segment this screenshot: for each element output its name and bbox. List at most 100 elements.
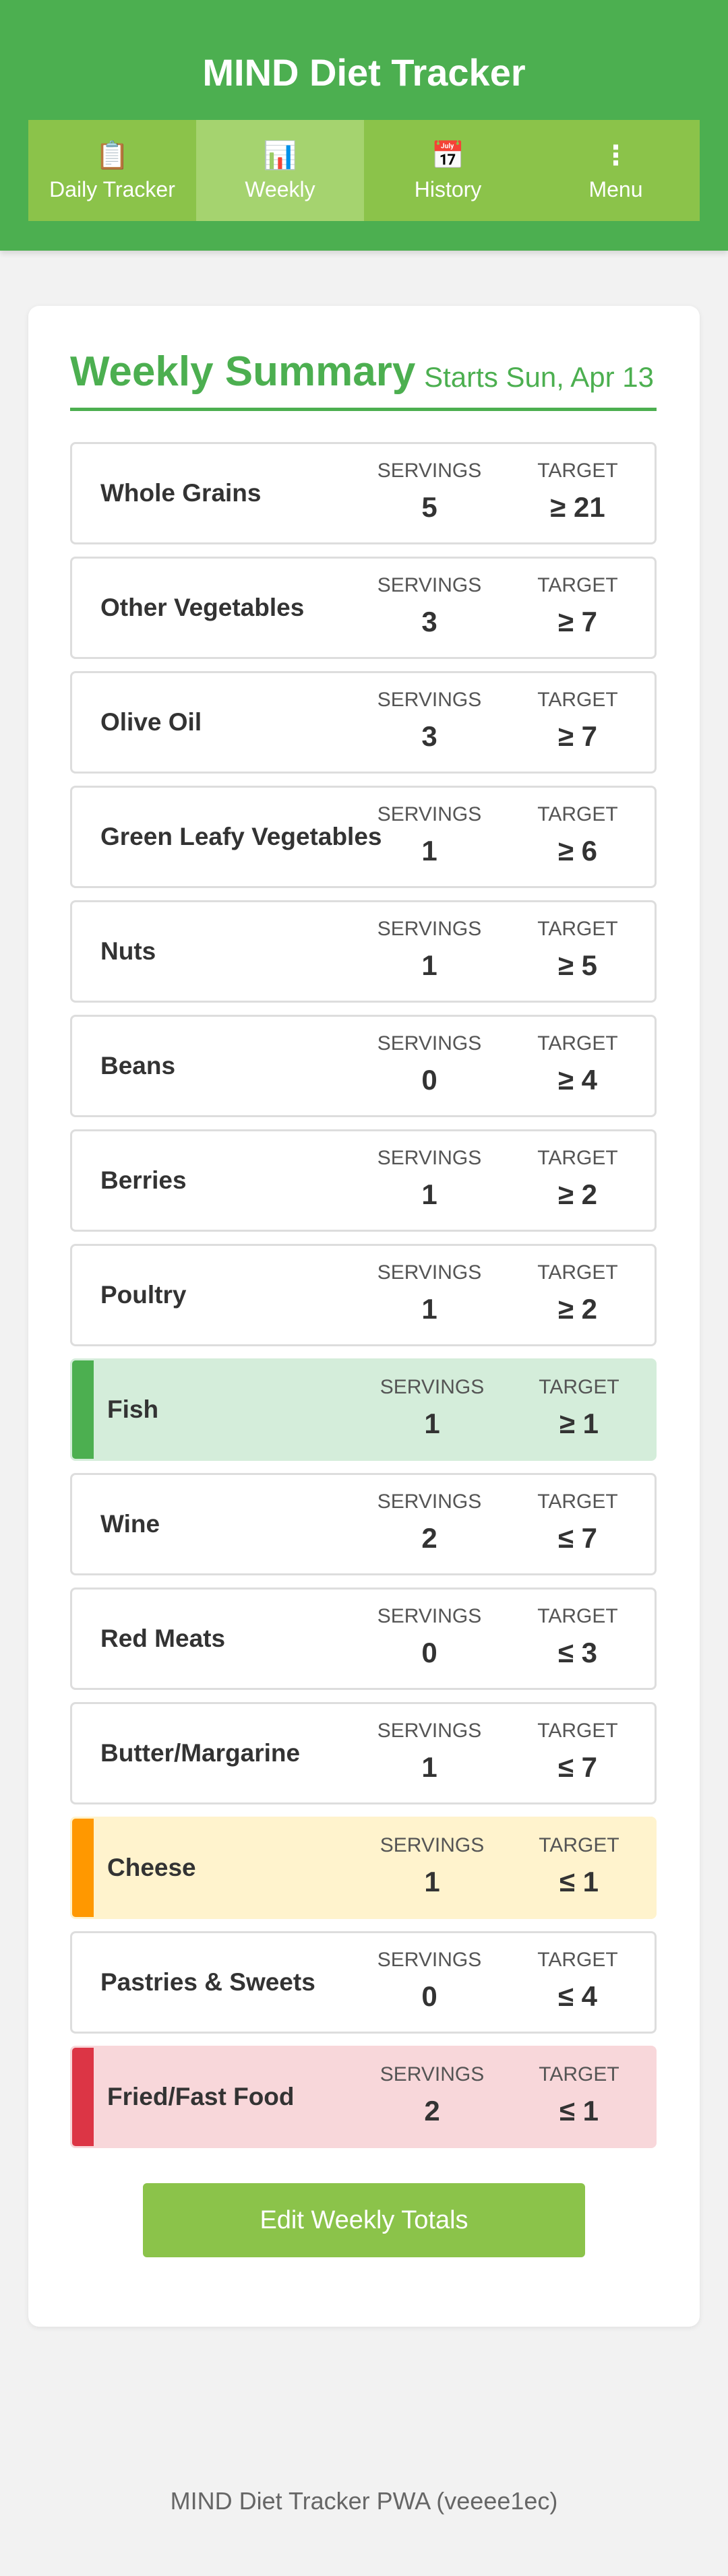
food-group-name: Fried/Fast Food: [107, 2083, 295, 2110]
footer-version: MIND Diet Tracker PWA (veeee1ec): [170, 2487, 558, 2515]
servings-stat: SERVINGS 1: [371, 1832, 493, 1901]
tab-menu[interactable]: ⋮ Menu: [532, 120, 700, 221]
summary-title: Weekly Summary: [70, 348, 416, 395]
target-value: ≤ 7: [557, 1522, 598, 1554]
servings-stat: SERVINGS 0: [369, 1030, 490, 1099]
target-value: ≥ 2: [557, 1293, 598, 1325]
servings-value: 1: [421, 1179, 437, 1210]
servings-stat: SERVINGS 3: [369, 572, 490, 641]
servings-value: 1: [421, 1293, 437, 1325]
target-value: ≤ 1: [559, 2095, 599, 2127]
servings-label: SERVINGS: [377, 1261, 482, 1284]
target-label: TARGET: [537, 1605, 618, 1627]
target-label: TARGET: [537, 803, 618, 825]
servings-value: 0: [421, 1064, 437, 1096]
bar-chart-icon: 📊: [263, 141, 297, 170]
servings-stat: SERVINGS 3: [369, 687, 490, 755]
target-label: TARGET: [537, 460, 618, 482]
tab-weekly[interactable]: 📊 Weekly: [196, 120, 364, 221]
target-value: ≥ 1: [559, 1408, 599, 1439]
target-label: TARGET: [539, 2063, 619, 2085]
main-nav: 📋 Daily Tracker 📊 Weekly 📅 History ⋮ Men…: [28, 120, 700, 221]
servings-label: SERVINGS: [380, 1834, 485, 1856]
status-bar: [72, 1819, 94, 1917]
target-value: ≤ 4: [557, 1980, 598, 2012]
food-group-name: Berries: [100, 1166, 187, 1194]
food-group-row: Nuts SERVINGS 1 TARGET ≥ 5: [70, 900, 657, 1003]
servings-value: 5: [421, 491, 437, 523]
target-stat: TARGET ≤ 4: [517, 1947, 638, 2015]
servings-value: 1: [424, 1408, 440, 1439]
target-value: ≥ 7: [557, 720, 598, 752]
servings-label: SERVINGS: [380, 2063, 485, 2085]
target-label: TARGET: [537, 1261, 618, 1284]
target-value: ≤ 7: [557, 1751, 598, 1783]
edit-weekly-totals-button[interactable]: Edit Weekly Totals: [143, 2183, 585, 2257]
tab-label: Menu: [588, 177, 643, 201]
food-group-name: Olive Oil: [100, 708, 202, 736]
food-group-name: Beans: [100, 1052, 176, 1079]
target-stat: TARGET ≤ 3: [517, 1603, 638, 1672]
food-group-row: Cheese SERVINGS 1 TARGET ≤ 1: [70, 1817, 657, 1919]
servings-label: SERVINGS: [377, 1605, 482, 1627]
food-group-name: Poultry: [100, 1281, 187, 1309]
servings-stat: SERVINGS 1: [371, 1374, 493, 1443]
tab-history[interactable]: 📅 History: [364, 120, 532, 221]
target-value: ≤ 3: [557, 1637, 598, 1668]
target-value: ≥ 7: [557, 606, 598, 637]
target-label: TARGET: [537, 1490, 618, 1513]
servings-stat: SERVINGS 1: [369, 1145, 490, 1214]
target-label: TARGET: [537, 689, 618, 711]
target-value: ≥ 5: [557, 949, 598, 981]
tab-label: Daily Tracker: [49, 177, 175, 201]
food-group-name: Nuts: [100, 937, 156, 965]
food-group-row: Whole Grains SERVINGS 5 TARGET ≥ 21: [70, 442, 657, 544]
target-stat: TARGET ≥ 21: [517, 458, 638, 526]
servings-value: 0: [421, 1637, 437, 1668]
tab-daily-tracker[interactable]: 📋 Daily Tracker: [28, 120, 196, 221]
calendar-icon: 📅: [431, 141, 465, 170]
food-group-row: Olive Oil SERVINGS 3 TARGET ≥ 7: [70, 671, 657, 774]
food-group-row: Butter/Margarine SERVINGS 1 TARGET ≤ 7: [70, 1702, 657, 1804]
food-group-name: Fish: [107, 1395, 159, 1423]
target-stat: TARGET ≥ 5: [517, 916, 638, 984]
food-group-row: Red Meats SERVINGS 0 TARGET ≤ 3: [70, 1588, 657, 1690]
servings-label: SERVINGS: [377, 803, 482, 825]
servings-stat: SERVINGS 2: [369, 1488, 490, 1557]
target-stat: TARGET ≥ 7: [517, 687, 638, 755]
servings-label: SERVINGS: [377, 1490, 482, 1513]
food-group-row: Poultry SERVINGS 1 TARGET ≥ 2: [70, 1244, 657, 1346]
servings-value: 0: [421, 1980, 437, 2012]
servings-value: 2: [421, 1522, 437, 1554]
food-group-name: Wine: [100, 1510, 160, 1538]
target-stat: TARGET ≤ 7: [517, 1718, 638, 1786]
servings-value: 2: [424, 2095, 440, 2127]
food-group-row: Wine SERVINGS 2 TARGET ≤ 7: [70, 1473, 657, 1575]
target-label: TARGET: [539, 1376, 619, 1398]
target-label: TARGET: [539, 1834, 619, 1856]
servings-label: SERVINGS: [377, 689, 482, 711]
app-title: MIND Diet Tracker: [202, 51, 526, 94]
summary-header: Weekly Summary Starts Sun, Apr 13: [70, 344, 657, 411]
target-stat: TARGET ≥ 7: [517, 572, 638, 641]
more-vertical-icon: ⋮: [602, 141, 630, 170]
food-group-list: Whole Grains SERVINGS 5 TARGET ≥ 21 Othe…: [70, 442, 657, 2160]
tab-label: Weekly: [245, 177, 315, 201]
food-group-name: Other Vegetables: [100, 594, 305, 621]
servings-value: 3: [421, 720, 437, 752]
food-group-row: Fish SERVINGS 1 TARGET ≥ 1: [70, 1358, 657, 1461]
target-stat: TARGET ≥ 6: [517, 801, 638, 870]
status-bar: [72, 1360, 94, 1459]
food-group-row: Green Leafy Vegetables SERVINGS 1 TARGET…: [70, 786, 657, 888]
app-header: MIND Diet Tracker 📋 Daily Tracker 📊 Week…: [0, 0, 728, 251]
food-group-row: Pastries & Sweets SERVINGS 0 TARGET ≤ 4: [70, 1931, 657, 2034]
target-value: ≥ 21: [550, 491, 605, 523]
target-label: TARGET: [537, 574, 618, 596]
servings-value: 1: [421, 1751, 437, 1783]
target-label: TARGET: [537, 918, 618, 940]
target-stat: TARGET ≥ 4: [517, 1030, 638, 1099]
food-group-row: Berries SERVINGS 1 TARGET ≥ 2: [70, 1129, 657, 1232]
tab-label: History: [414, 177, 482, 201]
week-start-date: Starts Sun, Apr 13: [424, 361, 654, 393]
target-stat: TARGET ≥ 1: [518, 1374, 640, 1443]
